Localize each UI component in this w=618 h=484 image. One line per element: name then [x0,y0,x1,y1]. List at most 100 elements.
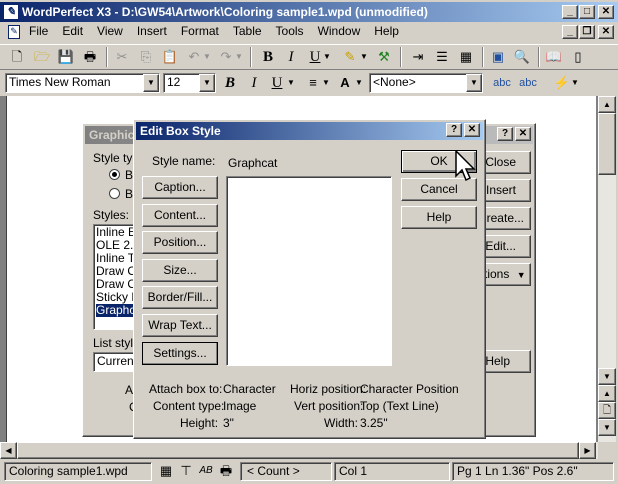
position-button[interactable]: Position... [142,231,218,255]
app-title: WordPerfect X3 - D:\GW54\Artwork\Colorin… [22,5,428,19]
font-color-dropdown-icon[interactable]: ▼ [354,73,364,93]
doc-icon[interactable]: ✎ [8,25,20,39]
redo-icon[interactable]: ↷ [216,47,236,67]
border-fill-button[interactable]: Border/Fill... [142,286,218,310]
list-style-select[interactable]: Current [93,352,137,372]
chevron-down-icon[interactable]: ▼ [466,74,482,92]
page-icon[interactable]: 🗋 [598,402,616,419]
spellcheck-icon[interactable]: abc [492,73,512,93]
next-page-icon[interactable]: ▼ [598,419,616,436]
record-icon[interactable]: ▦ [156,461,176,481]
dialog-title: Edit Box Style [140,124,221,138]
menu-item-format[interactable]: Format [174,22,226,40]
redo-dropdown-icon[interactable]: ▼ [234,47,244,67]
size-select[interactable]: 12 ▼ [163,73,216,93]
justify-icon[interactable]: ≡ [303,73,323,93]
horizontal-scrollbar[interactable]: ◀ ▶ [0,442,598,459]
size-value: 12 [167,75,181,89]
menu-item-file[interactable]: File [22,22,55,40]
close-icon[interactable]: ✕ [515,127,531,141]
style-select[interactable]: <None> ▼ [369,73,483,93]
close-window-button[interactable]: ✕ [598,5,614,19]
italic-icon[interactable]: I [281,47,301,67]
vertical-scrollbar[interactable]: ▲ ▼ ▲ 🗋 ▼ [598,96,616,442]
book-icon[interactable]: 📖 [544,47,564,67]
format-icon[interactable]: ⚒ [374,47,394,67]
menu-item-view[interactable]: View [90,22,130,40]
prompt-dropdown-icon[interactable]: ▼ [570,73,580,93]
size-button[interactable]: Size... [142,258,218,282]
image-icon[interactable]: ▣ [488,47,508,67]
menu-item-table[interactable]: Table [226,22,269,40]
help-icon[interactable]: ? [446,123,462,137]
underline-icon[interactable]: U [267,73,287,93]
menu-item-edit[interactable]: Edit [55,22,90,40]
chevron-down-icon[interactable]: ▼ [143,74,159,92]
italic-icon[interactable]: I [244,73,264,93]
edit-button-label: Edit... [485,239,516,253]
doc-close-button[interactable]: ✕ [598,25,614,39]
underline-dropdown-icon[interactable]: ▼ [322,47,332,67]
help-icon[interactable]: ? [497,127,513,141]
bold-icon[interactable]: B [220,73,240,93]
scroll-down-button[interactable]: ▼ [598,368,616,385]
grammar-icon[interactable]: abc [518,73,538,93]
menu-item-window[interactable]: Window [311,22,368,40]
abbreviation-icon[interactable]: AB [196,461,216,481]
wrap-text-button[interactable]: Wrap Text... [142,314,218,337]
scroll-h-thumb[interactable] [17,442,579,459]
list-item[interactable]: Graphca [96,304,136,317]
scroll-up-button[interactable]: ▲ [598,96,616,113]
doc-restore-button[interactable]: ❐ [579,25,595,39]
copy-icon[interactable]: ⎘ [136,47,156,67]
highlight-icon[interactable]: ✎ [340,47,360,67]
highlight-dropdown-icon[interactable]: ▼ [359,47,369,67]
underline-dropdown-icon[interactable]: ▼ [286,73,296,93]
maximize-button[interactable]: □ [579,5,595,19]
close-icon[interactable]: ✕ [464,123,480,137]
font-select[interactable]: Times New Roman ▼ [5,73,160,93]
scroll-right-button[interactable]: ▶ [579,442,596,459]
undo-dropdown-icon[interactable]: ▼ [202,47,212,67]
status-count[interactable]: < Count > [240,462,332,481]
style-value: <None> [373,75,416,89]
content-button[interactable]: Content... [142,203,218,227]
bold-icon[interactable]: B [258,47,278,67]
new-icon[interactable]: 🗋 [7,47,27,67]
open-icon[interactable]: 🗁 [32,47,52,67]
app-titlebar: WordPerfect X3 - D:\GW54\Artwork\Colorin… [0,2,618,22]
indent-icon[interactable]: ⇥ [408,47,428,67]
printer-icon[interactable]: 🖶 [216,461,236,481]
bullets-icon[interactable]: ☰ [432,47,452,67]
save-icon[interactable]: 💾 [56,47,76,67]
settings-button[interactable]: Settings... [142,341,218,365]
menu-item-tools[interactable]: Tools [269,22,311,40]
typeover-icon[interactable]: ⊤ [176,461,196,481]
scroll-thumb[interactable] [598,113,616,175]
insert-button-label: Insert [485,183,516,197]
zoom-icon[interactable]: 🔍 [512,47,532,67]
print-icon[interactable]: 🖶 [80,47,100,67]
cut-icon[interactable]: ✂ [112,47,132,67]
horiz-position-value: Character Position [360,382,459,396]
menu-item-help[interactable]: Help [367,22,406,40]
prev-page-icon[interactable]: ▲ [598,385,616,402]
main-toolbar: 🗋 🗁 💾 🖶 ✂ ⎘ 📋 ↶ ▼ ↷ ▼ B I U ▼ ✎ ▼ ⚒ ⇥ ☰ … [0,44,618,70]
radio-option-1[interactable] [109,169,120,180]
undo-icon[interactable]: ↶ [184,47,204,67]
table-icon[interactable]: ▦ [456,47,476,67]
justify-dropdown-icon[interactable]: ▼ [321,73,331,93]
scroll-left-button[interactable]: ◀ [0,442,17,459]
chevron-down-icon[interactable]: ▼ [199,74,215,92]
caption-button[interactable]: Caption... [142,176,218,199]
spell-icon[interactable]: ▯ [568,47,588,67]
help-button[interactable]: Help [401,206,477,229]
radio-option-2[interactable] [109,188,120,199]
menu-item-insert[interactable]: Insert [130,22,174,40]
doc-minimize-button[interactable]: _ [562,25,578,39]
paste-icon[interactable]: 📋 [160,47,180,67]
minimize-button[interactable]: _ [562,5,578,19]
prompt-icon[interactable]: ⚡ [552,73,572,93]
styles-list[interactable]: Inline EqOLE 2.0Inline TeDraw ODraw OSti… [93,224,137,330]
font-color-icon[interactable]: A [335,73,355,93]
